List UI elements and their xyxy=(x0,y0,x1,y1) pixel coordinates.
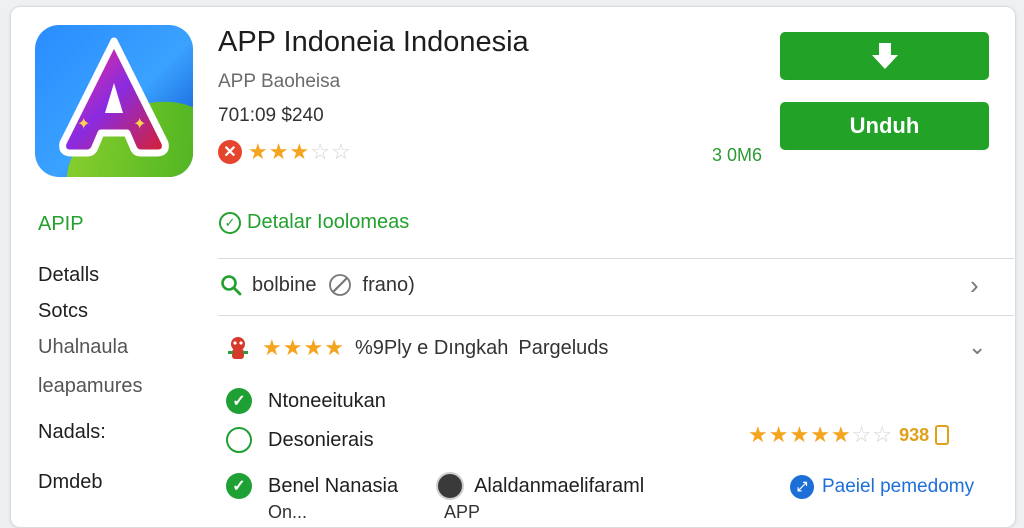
partial-link-label: Paeiel pemedomy xyxy=(822,476,975,497)
feature-extra-text: Alaldanmaelifaraml xyxy=(474,474,645,497)
star-empty-icon: ☆ xyxy=(872,422,894,447)
star-empty-icon: ☆ xyxy=(310,139,331,164)
download-arrow-icon xyxy=(871,43,898,69)
star-empty-icon: ☆ xyxy=(330,139,352,164)
star-filled-icon: ★ xyxy=(248,139,269,164)
review-stars: ★★★★ xyxy=(262,337,345,359)
chevron-right-icon[interactable]: › xyxy=(970,270,979,301)
review-text-1: %9Ply e Dıngkah xyxy=(354,336,509,359)
star-filled-icon: ★ xyxy=(262,335,283,360)
cutoff-text-left: On... xyxy=(268,502,308,522)
app-meta: 701:09 $240 xyxy=(218,105,324,126)
search-icon xyxy=(221,275,242,296)
check-filled-icon: ✓ xyxy=(226,473,252,499)
partial-link[interactable]: ⤢ Paeiel pemedomy xyxy=(790,475,974,499)
developer-name[interactable]: APP Baoheisa xyxy=(218,71,340,93)
details-link[interactable]: ✓ Detalar Ioolomeas xyxy=(219,211,409,234)
star-filled-icon: ★ xyxy=(324,335,345,360)
details-link-label: Detalar Ioolomeas xyxy=(247,211,410,233)
feature-item[interactable]: ✓ Ntoneeitukan xyxy=(226,388,386,414)
review-row[interactable]: ★★★★ %9Ply e Dıngkah Pargeluds xyxy=(224,334,608,362)
sidebar-item-sotcs[interactable]: Sotcs xyxy=(38,300,88,323)
star-empty-icon: ☆ xyxy=(851,422,873,447)
divider xyxy=(218,258,1014,259)
secondary-rating-stars: ★★★★★☆☆ xyxy=(748,424,893,446)
search-text-left: bolbine xyxy=(252,273,317,296)
app-rating: ✕ ★★★☆☆ xyxy=(218,140,352,164)
secondary-rating-value: 938 xyxy=(899,424,930,445)
sidebar-item-nadals[interactable]: Nadals: xyxy=(38,421,106,444)
search-text-right: frano) xyxy=(362,273,415,296)
star-filled-icon: ★ xyxy=(789,422,811,447)
app-logo-letter-a-icon: ✦ ✦ xyxy=(59,37,169,157)
star-filled-icon: ★ xyxy=(303,335,325,360)
star-filled-icon: ★ xyxy=(830,422,852,447)
unduh-button[interactable]: Unduh xyxy=(780,102,989,150)
star-filled-icon: ★ xyxy=(768,422,790,447)
star-filled-icon: ★ xyxy=(282,335,304,360)
sidebar-item-apip[interactable]: APIP xyxy=(38,213,84,236)
star-filled-icon: ★ xyxy=(810,422,831,447)
sidebar-item-uhalnaula[interactable]: Uhalnaula xyxy=(38,336,128,359)
mascot-icon xyxy=(228,337,248,359)
cutoff-text-right: APP xyxy=(444,502,481,522)
sidebar-item-leapamures[interactable]: leapamures xyxy=(38,375,143,398)
review-text-2: Pargeluds xyxy=(518,336,609,359)
circle-outline-icon xyxy=(226,427,252,453)
x-badge-icon: ✕ xyxy=(218,140,242,164)
pen-icon xyxy=(328,274,351,296)
check-circle-icon: ✓ xyxy=(219,211,241,234)
rating-stars: ★★★☆☆ xyxy=(248,141,352,163)
download-button[interactable] xyxy=(780,32,989,80)
badge-icon xyxy=(935,425,950,445)
app-icon: ✦ ✦ xyxy=(35,25,193,177)
feature-item[interactable]: ✓ Benel Nanasia Alaldanmaelifaraml xyxy=(226,472,644,500)
star-filled-icon: ★ xyxy=(289,139,311,164)
app-title: APP Indoneia Indonesia xyxy=(218,26,529,58)
svg-text:✦: ✦ xyxy=(77,114,90,133)
feature-label: Benel Nanasia xyxy=(268,474,399,497)
divider xyxy=(218,315,1014,316)
svg-text:✦: ✦ xyxy=(133,114,146,133)
sidebar-item-dmdeb[interactable]: Dmdeb xyxy=(38,471,102,494)
star-filled-icon: ★ xyxy=(268,139,290,164)
secondary-rating: ★★★★★☆☆ 938 xyxy=(748,424,950,446)
feature-label: Ntoneeitukan xyxy=(268,389,386,412)
search-row[interactable]: bolbine frano) xyxy=(220,273,415,297)
check-filled-icon: ✓ xyxy=(226,388,252,414)
link-icon: ⤢ xyxy=(790,475,814,499)
chevron-down-icon[interactable]: ⌄ xyxy=(968,334,986,360)
sidebar-item-details[interactable]: Detalls xyxy=(38,264,99,287)
feature-label: Desonierais xyxy=(268,428,374,451)
feature-item[interactable]: Desonierais xyxy=(226,427,374,453)
app-size: 3 0M6 xyxy=(712,145,763,165)
star-filled-icon: ★ xyxy=(748,422,769,447)
avatar xyxy=(436,472,465,500)
